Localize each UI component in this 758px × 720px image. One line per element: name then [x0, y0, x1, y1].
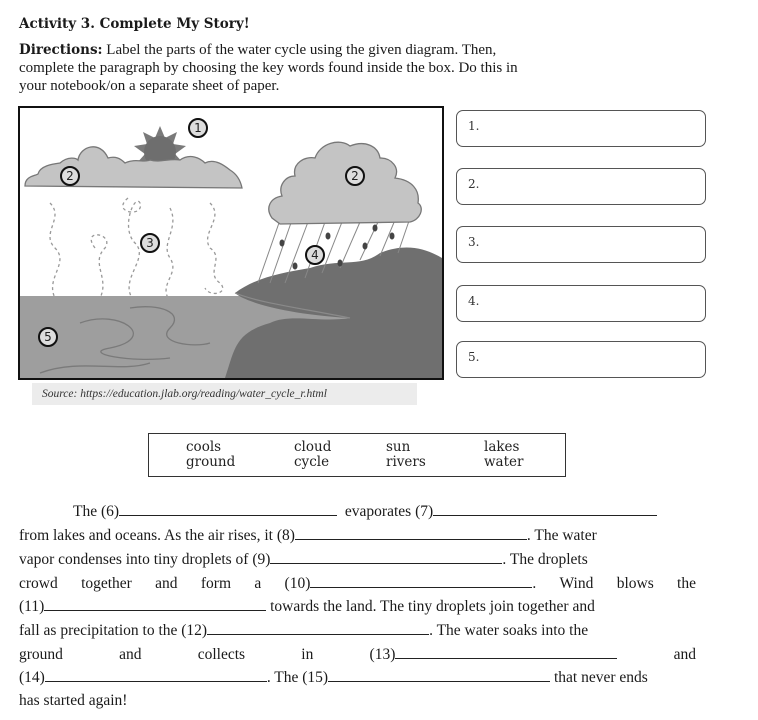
marker-1: 1: [188, 118, 208, 138]
blank-15[interactable]: [328, 670, 551, 682]
evaporation-trails: [49, 197, 224, 299]
paragraph-line-9: has started again!: [19, 692, 128, 709]
diagram-source: Source: https://education.jlab.org/readi…: [32, 383, 417, 405]
directions-label: Directions:: [19, 42, 103, 58]
rain-cloud-icon: [268, 141, 422, 225]
key-words-box: cools ground cloud cycle sun rivers lake…: [148, 433, 566, 477]
paragraph-line-3: vapor condenses into tiny droplets of (9…: [19, 551, 588, 568]
svg-text:2: 2: [351, 169, 359, 183]
blank-14[interactable]: [44, 670, 267, 682]
paragraph-line-7: ground and collects in (13) and: [19, 646, 696, 663]
svg-text:4: 4: [311, 248, 319, 262]
key-word: cycle: [294, 454, 330, 470]
paragraph-line-5: (11) towards the land. The tiny droplets…: [19, 598, 595, 615]
label-box-1[interactable]: 1.: [456, 110, 706, 147]
key-word: water: [484, 454, 524, 470]
marker-4: 4: [305, 245, 325, 265]
blank-7[interactable]: [433, 504, 658, 516]
blank-10[interactable]: [310, 576, 533, 588]
directions-line-2: complete the paragraph by choosing the k…: [19, 60, 518, 76]
marker-3: 3: [140, 233, 160, 253]
key-word: ground: [186, 454, 236, 470]
directions-line-3: your notebook/on a separate sheet of pap…: [19, 78, 280, 94]
label-box-5[interactable]: 5.: [456, 341, 706, 378]
blank-6[interactable]: [119, 504, 338, 516]
key-word: rivers: [386, 454, 426, 470]
marker-5: 5: [38, 327, 58, 347]
label-box-number: 5.: [468, 350, 480, 364]
label-box-number: 3.: [468, 235, 480, 249]
key-word: lakes: [484, 439, 520, 455]
svg-text:2: 2: [66, 169, 74, 183]
directions: Directions: Label the parts of the water…: [19, 41, 699, 95]
water-cycle-diagram: 1 2 2 3 4 5: [18, 106, 444, 380]
label-box-4[interactable]: 4.: [456, 285, 706, 322]
marker-2-right: 2: [345, 166, 365, 186]
paragraph-line-6: fall as precipitation to the (12). The w…: [19, 622, 589, 639]
activity-title: Activity 3. Complete My Story!: [19, 16, 250, 32]
svg-text:1: 1: [194, 121, 202, 135]
paragraph-line-4: crowd together and form a (10). Wind blo…: [19, 575, 696, 592]
svg-text:3: 3: [146, 236, 154, 250]
blank-12[interactable]: [207, 623, 430, 635]
blank-13[interactable]: [395, 647, 618, 659]
key-word: sun: [386, 439, 411, 455]
directions-line-1: Label the parts of the water cycle using…: [106, 42, 497, 58]
marker-2-left: 2: [60, 166, 80, 186]
cloud-left-icon: [24, 146, 243, 189]
label-box-number: 4.: [468, 294, 480, 308]
blank-8[interactable]: [294, 528, 527, 540]
paragraph-line-2: from lakes and oceans. As the air rises,…: [19, 527, 597, 544]
label-box-3[interactable]: 3.: [456, 226, 706, 263]
blank-9[interactable]: [270, 552, 503, 564]
key-word: cloud: [294, 439, 332, 455]
label-box-2[interactable]: 2.: [456, 168, 706, 205]
label-box-number: 1.: [468, 119, 480, 133]
paragraph-line-1: The (6) evaporates (7): [73, 503, 696, 521]
blank-11[interactable]: [44, 599, 267, 611]
key-word: cools: [186, 439, 222, 455]
paragraph-line-8: (14). The (15) that never ends: [19, 669, 648, 686]
svg-text:5: 5: [44, 330, 52, 344]
label-box-number: 2.: [468, 177, 480, 191]
